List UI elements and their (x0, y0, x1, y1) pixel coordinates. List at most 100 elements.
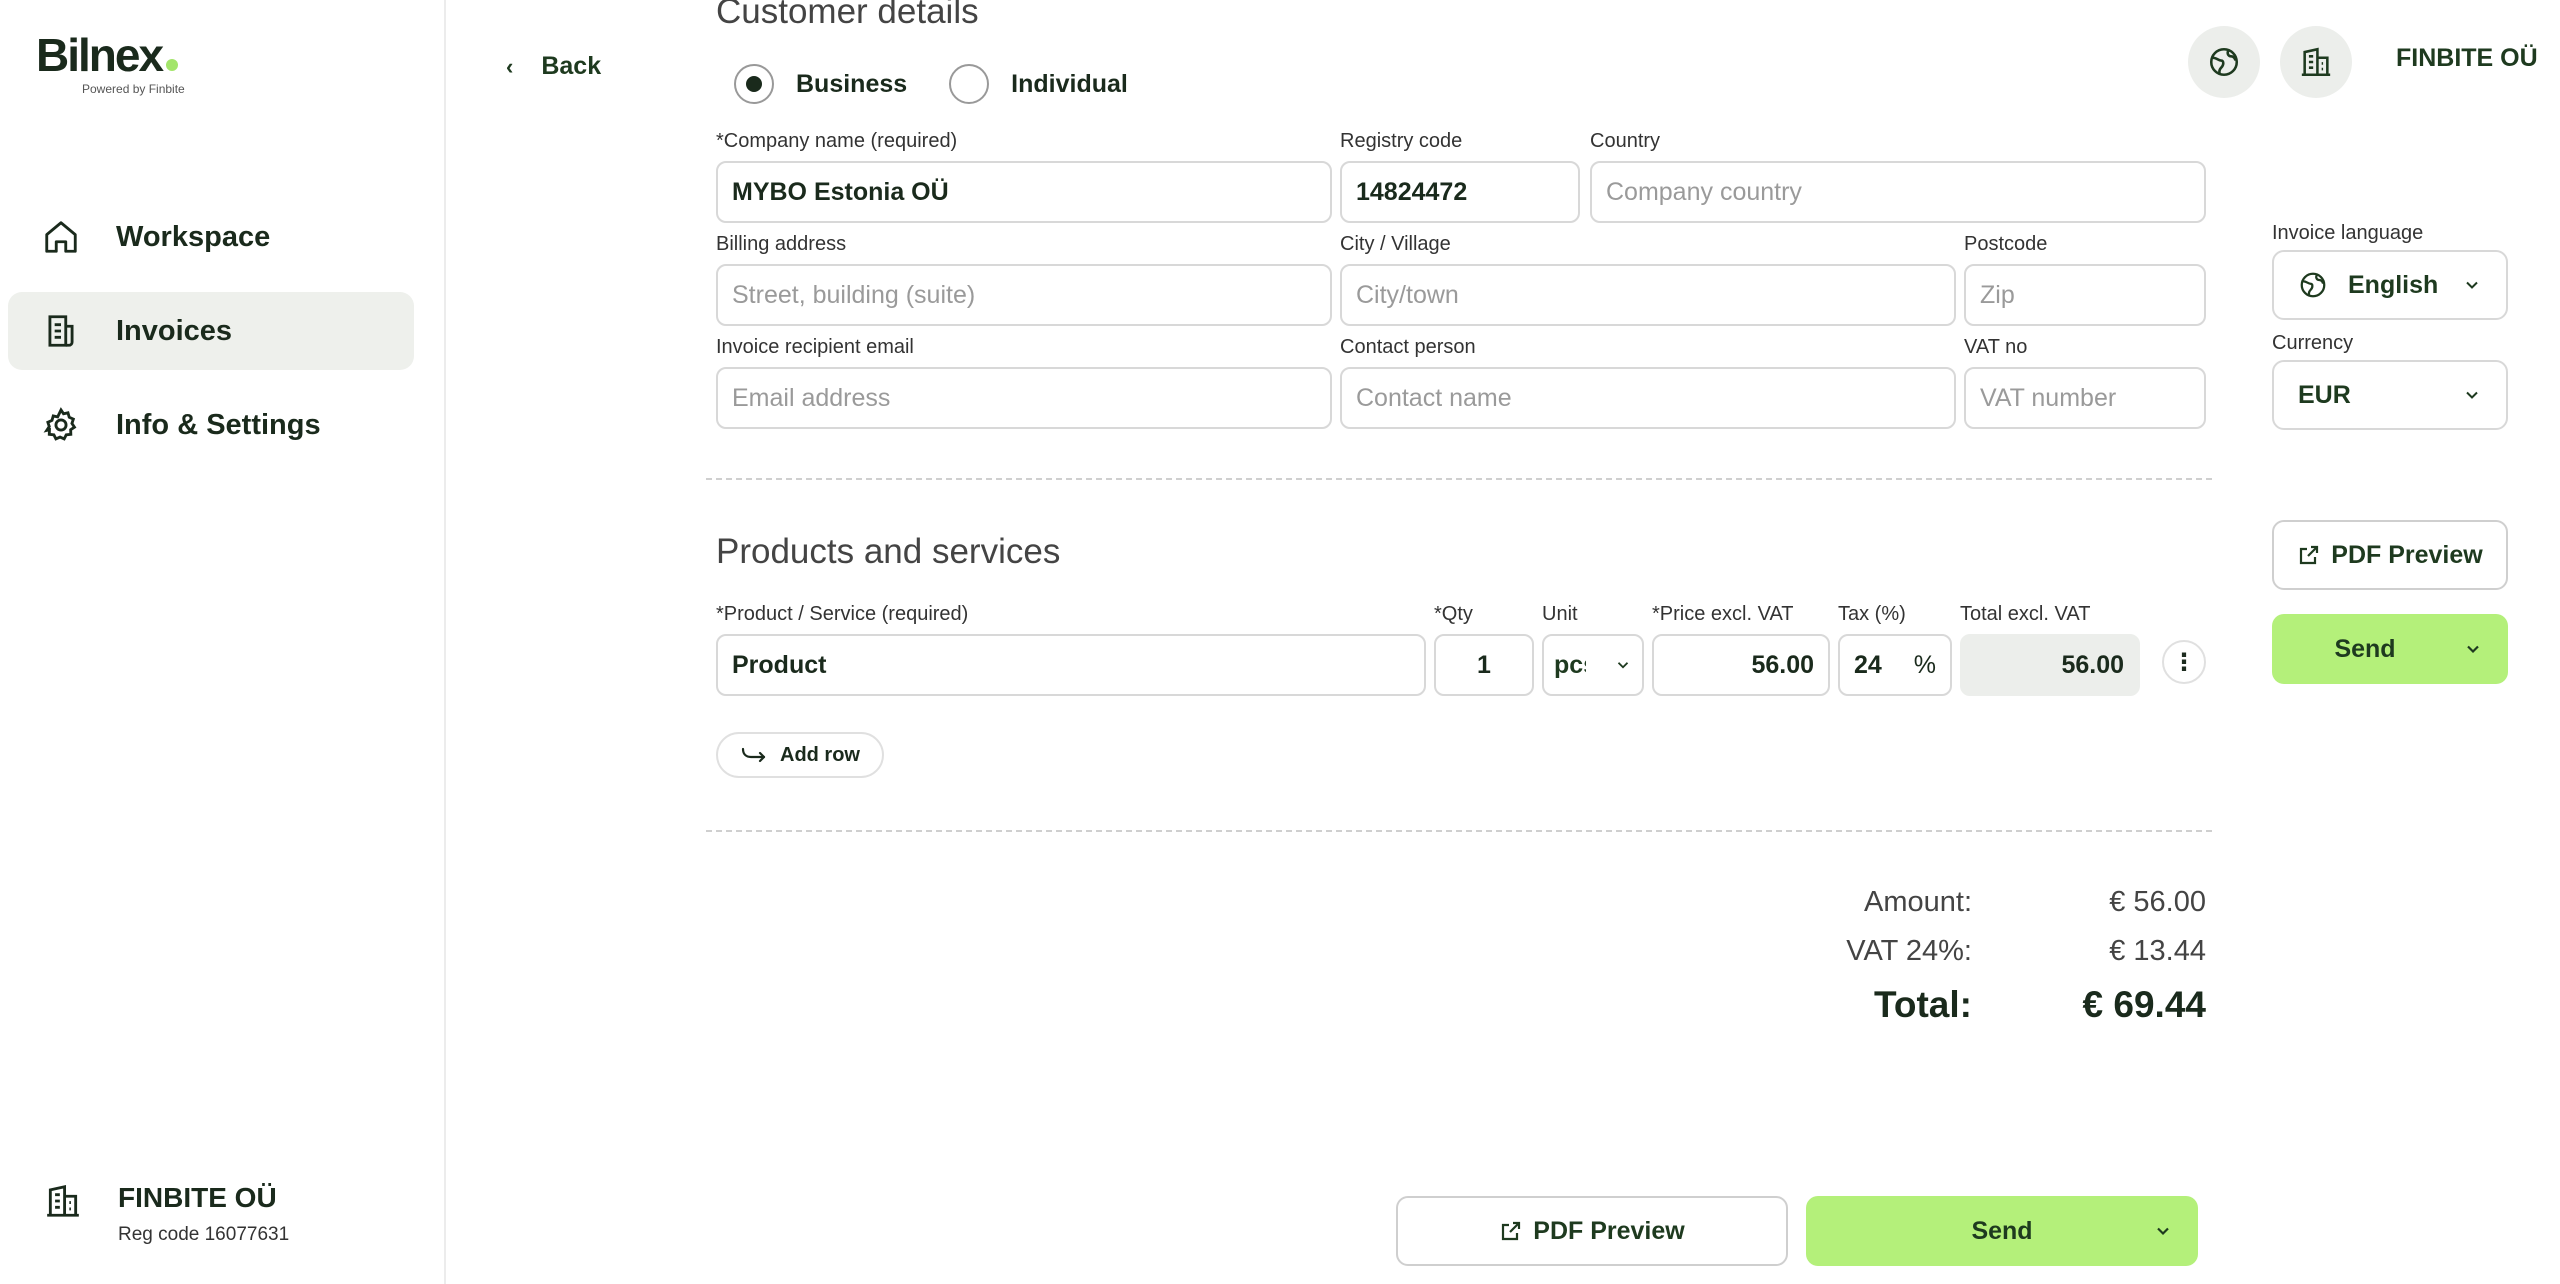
invoice-language-label: Invoice language (2272, 222, 2424, 244)
qty-field: *Qty 1 (1434, 603, 1534, 696)
country-label: Country (1590, 130, 1661, 152)
chevron-left-icon: ‹ (506, 53, 514, 79)
sidebar: Bilnex Powered by Finbite Workspace Invo… (0, 0, 446, 1284)
contact-person-input[interactable]: Contact name (1340, 367, 1956, 429)
vat-value: € 13.44 (2109, 935, 2206, 967)
currency-select[interactable]: EUR (2272, 360, 2508, 430)
vat-label: VAT 24%: (1846, 935, 1972, 967)
send-label: Send (2334, 634, 2396, 663)
business-radio[interactable] (734, 64, 774, 104)
city-field: City / Village City/town (1340, 233, 1956, 326)
amount-row: Amount: € 56.00 (1700, 886, 2206, 919)
sidebar-item-invoices[interactable]: Invoices (8, 292, 414, 370)
brand-tagline: Powered by Finbite (82, 82, 185, 96)
section-divider (706, 478, 2212, 480)
total-field: Total excl. VAT 56.00 (1960, 603, 2140, 696)
billing-address-label: Billing address (716, 233, 847, 255)
row-menu-button[interactable]: ⋮ (2162, 640, 2206, 684)
qty-input[interactable]: 1 (1434, 634, 1534, 696)
total-value: 56.00 (1960, 634, 2140, 696)
building-icon (47, 1184, 79, 1217)
invoice-language-select[interactable]: English (2272, 250, 2508, 320)
billing-address-input[interactable]: Street, building (suite) (716, 264, 1332, 326)
individual-radio[interactable] (949, 64, 990, 104)
tax-value: 24 (1854, 650, 1882, 679)
registry-code-field: Registry code 14824472 (1340, 130, 1580, 223)
send-button-side[interactable]: Send (2272, 614, 2508, 684)
currency-label: Currency (2272, 332, 2354, 354)
city-input[interactable]: City/town (1340, 264, 1956, 326)
home-icon (45, 221, 77, 253)
company-switch-button[interactable] (2280, 26, 2352, 98)
send-options-toggle[interactable] (2128, 1221, 2198, 1241)
brand-logo[interactable]: Bilnex (36, 28, 179, 82)
external-link-icon (1502, 1221, 1521, 1241)
postcode-field: Postcode Zip (1964, 233, 2206, 326)
pdf-preview-label: PDF Preview (1533, 1216, 1685, 1245)
postcode-label: Postcode (1964, 233, 2048, 255)
individual-radio-label[interactable]: Individual (1011, 70, 1128, 99)
recipient-email-field: Invoice recipient email Email address (716, 336, 1332, 429)
total-amount: € 69.44 (2082, 984, 2206, 1025)
contact-person-label: Contact person (1340, 336, 1476, 358)
price-header: *Price excl. VAT (1652, 603, 1794, 625)
organization-reg-code: Reg code 16077631 (118, 1224, 290, 1245)
totals-summary: Amount: € 56.00 VAT 24%: € 13.44 Total: … (1700, 886, 2206, 1042)
recipient-email-input[interactable]: Email address (716, 367, 1332, 429)
customer-details-title: Customer details (716, 0, 979, 31)
back-button[interactable]: ‹ Back (506, 52, 601, 81)
add-row-button[interactable]: Add row (716, 732, 884, 778)
amount-value: € 56.00 (2109, 886, 2206, 918)
organization-card[interactable]: FINBITE OÜ Reg code 16077631 (44, 1182, 289, 1246)
vat-row: VAT 24%: € 13.44 (1700, 935, 2206, 968)
tax-input[interactable]: 24 % (1838, 634, 1952, 696)
total-header: Total excl. VAT (1960, 603, 2091, 625)
sidebar-nav: Workspace Invoices Info & Settings (8, 198, 414, 480)
chevron-down-icon (2467, 645, 2479, 654)
external-link-icon (2300, 545, 2319, 565)
vat-number-input[interactable]: VAT number (1964, 367, 2206, 429)
product-input[interactable]: Product (716, 634, 1426, 696)
chevron-down-icon (2466, 281, 2478, 289)
postcode-input[interactable]: Zip (1964, 264, 2206, 326)
company-name-input[interactable]: MYBO Estonia OÜ (716, 161, 1332, 223)
total-label: Total: (1874, 984, 1972, 1025)
country-input[interactable]: Company country (1590, 161, 2206, 223)
unit-select[interactable]: pcs (1542, 634, 1644, 696)
unit-value: pcs (1554, 650, 1586, 679)
business-radio-label[interactable]: Business (796, 70, 907, 99)
registry-code-input[interactable]: 14824472 (1340, 161, 1580, 223)
gear-icon (43, 407, 77, 441)
price-input[interactable]: 56.00 (1652, 634, 1830, 696)
chevron-down-icon (2157, 1227, 2169, 1236)
chevron-down-icon (1617, 662, 1629, 669)
sidebar-item-settings[interactable]: Info & Settings (8, 386, 414, 464)
contact-person-field: Contact person Contact name (1340, 336, 1956, 429)
more-vertical-icon: ⋮ (2172, 648, 2196, 676)
language-globe-button[interactable] (2188, 26, 2260, 98)
product-header: *Product / Service (required) (716, 603, 969, 625)
chevron-down-icon (2466, 391, 2478, 399)
brand-name: Bilnex (36, 29, 164, 81)
arrow-return-icon (741, 747, 766, 763)
pdf-preview-button-side[interactable]: PDF Preview (2272, 520, 2508, 590)
organization-name: FINBITE OÜ (118, 1182, 277, 1213)
sidebar-item-workspace[interactable]: Workspace (8, 198, 414, 276)
send-options-toggle[interactable] (2438, 639, 2508, 659)
send-button-bottom[interactable]: Send (1806, 1196, 2198, 1266)
billing-address-field: Billing address Street, building (suite) (716, 233, 1332, 326)
invoice-language-value: English (2348, 270, 2439, 299)
current-company-name[interactable]: FINBITE OÜ (2396, 44, 2538, 73)
section-divider (706, 830, 2212, 832)
customer-type-group: Business Individual (734, 64, 1170, 104)
tax-suffix: % (1913, 650, 1936, 679)
sidebar-item-label: Workspace (116, 220, 271, 253)
globe-icon (2300, 272, 2326, 298)
pdf-preview-button-bottom[interactable]: PDF Preview (1396, 1196, 1788, 1266)
brand-dot (166, 59, 179, 71)
company-name-field: *Company name (required) MYBO Estonia OÜ (716, 130, 1332, 223)
amount-label: Amount: (1864, 886, 1972, 918)
sidebar-item-label: Invoices (116, 314, 233, 347)
invoice-icon (48, 315, 74, 347)
building-icon (2301, 47, 2331, 77)
